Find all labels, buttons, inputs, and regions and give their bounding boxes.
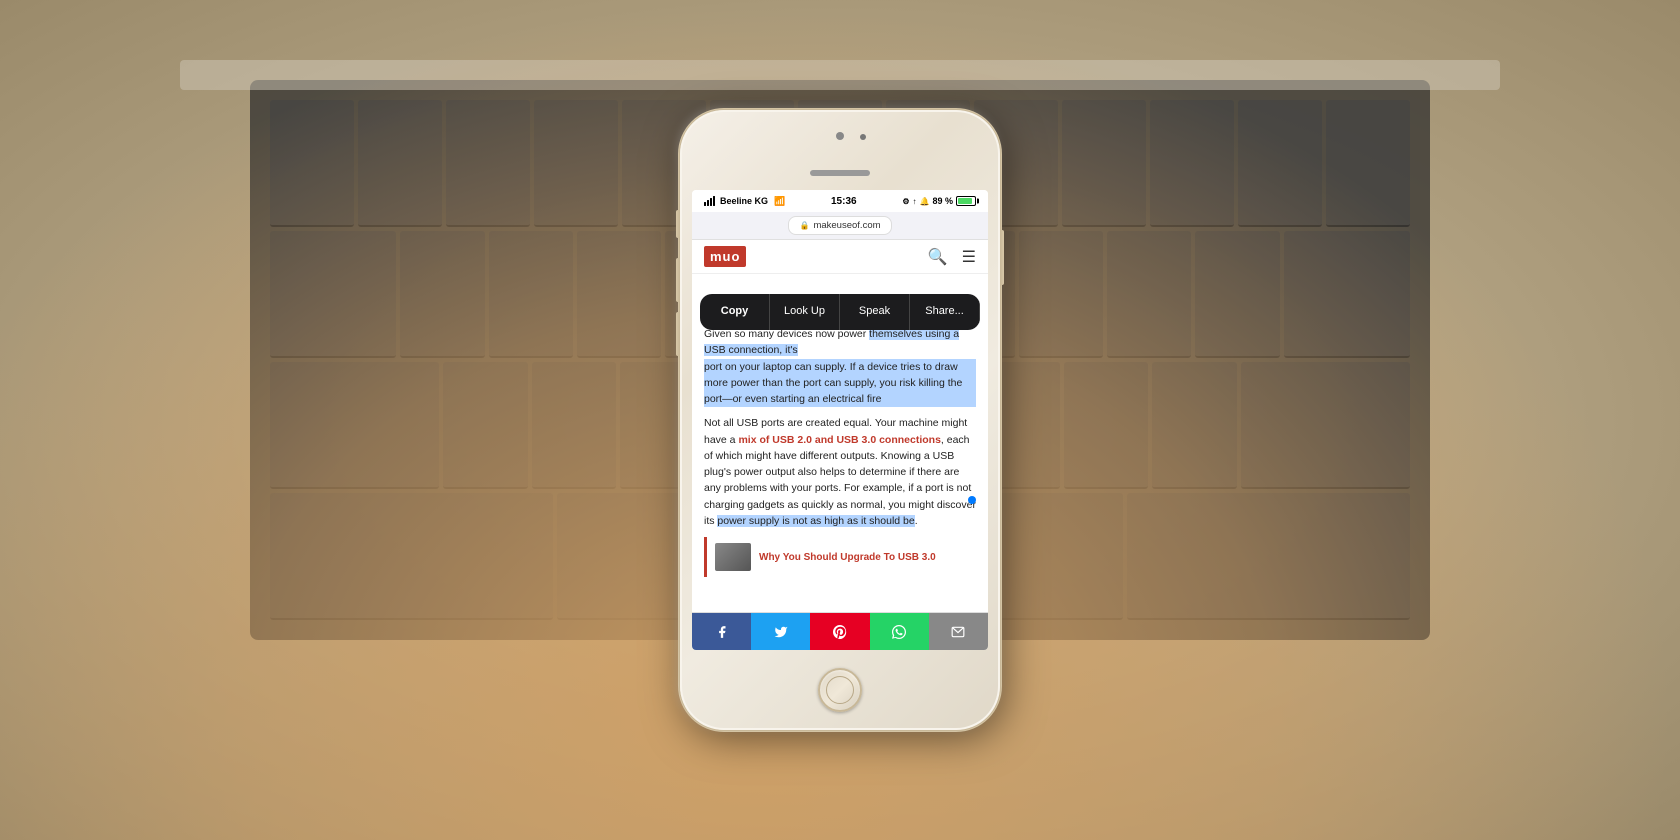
signal-bar-2 [707,200,709,206]
signal-bar-3 [710,198,712,206]
highlighted-power-supply: power supply is not as high as it should… [717,515,914,527]
look-up-button[interactable]: Look Up [770,294,840,330]
related-article-thumbnail [715,543,751,571]
usb-link[interactable]: mix of USB 2.0 and USB 3.0 connections [738,434,940,446]
status-right: ⚙ ↑ 🔔 89 % [902,196,976,206]
wifi-icon: 📶 [774,196,785,207]
selection-handle-right [968,496,976,504]
share-button[interactable]: Share... [910,294,980,330]
pinterest-share-button[interactable] [810,613,869,650]
power-button [1000,230,1004,285]
email-share-button[interactable] [929,613,988,650]
article-paragraph-1: Given so many devices now power themselv… [704,326,976,359]
laptop-hint [180,60,1500,90]
facebook-share-button[interactable] [692,613,751,650]
url-text: makeuseof.com [813,220,880,231]
address-pill[interactable]: 🔒 makeuseof.com [788,216,891,235]
battery-container [956,196,976,206]
proximity-sensor [860,134,866,140]
related-article-box[interactable]: Why You Should Upgrade To USB 3.0 [704,537,976,577]
twitter-share-button[interactable] [751,613,810,650]
home-button[interactable] [818,668,862,712]
alarm-icon: 🔔 [920,197,930,206]
menu-icon[interactable]: ☰ [962,247,976,267]
battery-icon [956,196,976,206]
address-bar[interactable]: 🔒 makeuseof.com [692,212,988,240]
share-bar [692,612,988,650]
phone-frame: Beeline KG 📶 15:36 ⚙ ↑ 🔔 89 % [680,110,1000,730]
highlighted-paragraph-1: themselves using a USB connection, it's [704,328,959,356]
battery-fill [958,198,972,204]
related-article-title[interactable]: Why You Should Upgrade To USB 3.0 [759,551,936,564]
phone-container: Beeline KG 📶 15:36 ⚙ ↑ 🔔 89 % [680,110,1000,730]
muo-logo[interactable]: muo [704,246,746,267]
status-bar: Beeline KG 📶 15:36 ⚙ ↑ 🔔 89 % [692,190,988,212]
phone-screen: Beeline KG 📶 15:36 ⚙ ↑ 🔔 89 % [692,190,988,650]
volume-down-button [676,312,680,356]
carrier-label: Beeline KG [720,196,768,206]
earpiece-speaker [810,170,870,176]
front-camera [836,132,844,140]
article-paragraph-2: Not all USB ports are created equal. You… [704,415,976,529]
battery-percent: 89 % [932,196,953,206]
mute-button [676,210,680,238]
article-content: Copy Look Up Speak Share... Given so man… [692,274,988,612]
signal-bars [704,196,715,206]
status-left: Beeline KG 📶 [704,196,785,207]
lock-icon: 🔒 [799,221,809,230]
navigation-bar: muo 🔍 ☰ [692,240,988,274]
settings-icon: ⚙ [902,197,909,206]
signal-bar-1 [704,202,706,206]
signal-bar-4 [713,196,715,206]
location-icon: ↑ [913,197,917,206]
home-button-ring [826,676,854,704]
status-time: 15:36 [831,196,857,207]
whatsapp-share-button[interactable] [870,613,929,650]
search-icon[interactable]: 🔍 [928,247,948,267]
context-menu: Copy Look Up Speak Share... [700,294,980,330]
article-paragraph-highlighted: port on your laptop can supply. If a dev… [704,359,976,408]
copy-button[interactable]: Copy [700,294,770,330]
phone-top [680,110,1000,190]
phone-bottom [680,650,1000,730]
nav-icons: 🔍 ☰ [928,247,976,267]
speak-button[interactable]: Speak [840,294,910,330]
volume-up-button [676,258,680,302]
